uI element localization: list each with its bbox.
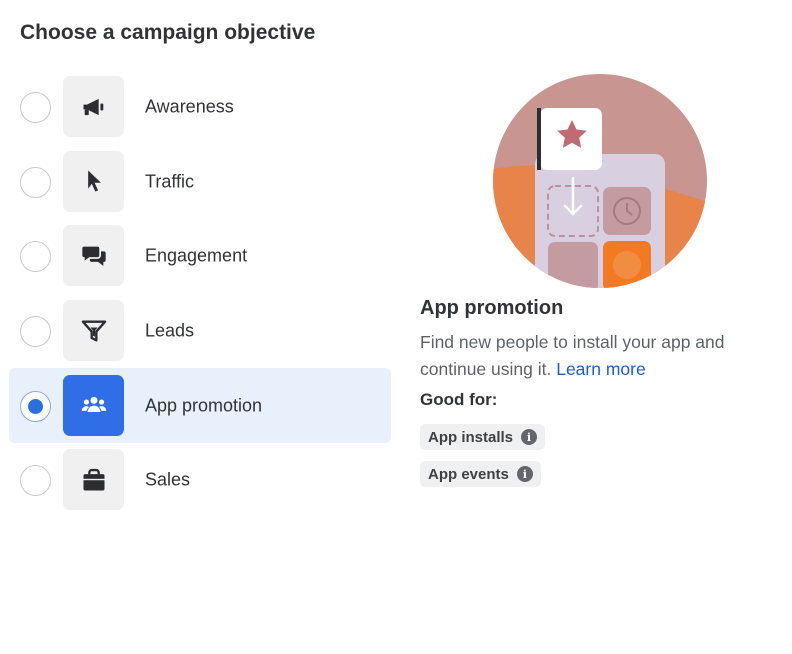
cursor-icon [87,170,101,192]
objective-list: Awareness Traffic Engagement Leads App p… [9,70,391,518]
radio-selected-dot [28,398,43,414]
chip-label: App events [428,465,509,483]
objective-icon-tile [63,150,124,212]
good-for-chip-app-installs: App installs i [420,424,546,450]
objective-label: Traffic [145,171,195,192]
chat-bubbles-icon [81,246,106,266]
objective-icon-tile [63,449,124,511]
radio-button[interactable] [20,316,51,348]
detail-description: Find new people to install your app and … [420,329,760,383]
good-for-heading: Good for: [420,390,498,409]
objective-icon-tile [63,300,124,362]
shopping-bag-icon [83,468,104,491]
objective-engagement[interactable]: Engagement [9,219,391,294]
good-for-chip-app-events: App events i [420,461,541,487]
radio-button[interactable] [20,241,51,273]
objective-app-promotion[interactable]: App promotion [9,368,391,443]
info-icon[interactable]: i [516,466,533,482]
learn-more-link[interactable]: Learn more [556,359,646,379]
objective-label: Engagement [145,245,248,266]
people-group-icon [81,397,106,413]
detail-title: App promotion [420,297,564,319]
page-title: Choose a campaign objective [20,21,316,44]
good-for-list: App installs i App events i [420,424,546,498]
app-promotion-illustration [493,74,707,288]
radio-button[interactable] [20,390,51,422]
objective-label: Sales [145,469,191,490]
objective-leads[interactable]: Leads [9,294,391,369]
objective-label: App promotion [145,395,263,416]
objective-label: Awareness [145,96,234,117]
objective-awareness[interactable]: Awareness [9,70,391,145]
chip-label: App installs [428,428,514,446]
megaphone-icon [83,98,103,115]
objective-icon-tile [63,225,124,287]
objective-sales[interactable]: Sales [9,443,391,518]
radio-button[interactable] [20,92,51,124]
objective-traffic[interactable]: Traffic [9,145,391,220]
objective-label: Leads [145,320,195,341]
objective-icon-tile [63,76,124,138]
objective-icon-tile [63,374,124,436]
radio-button[interactable] [20,166,51,198]
funnel-icon [81,320,106,342]
info-icon[interactable]: i [521,429,538,445]
radio-button[interactable] [20,465,51,497]
